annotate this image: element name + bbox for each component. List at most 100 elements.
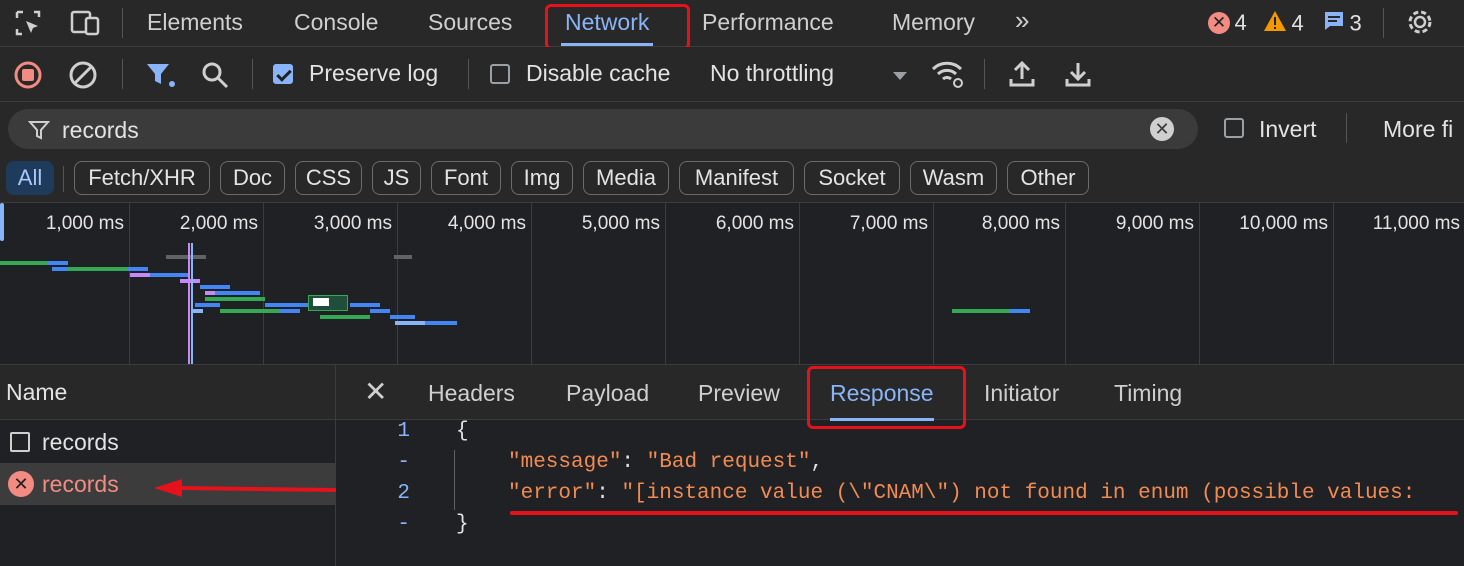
chip-media[interactable]: Media [583,161,669,195]
chip-manifest[interactable]: Manifest [679,161,794,195]
more-tabs-icon[interactable]: » [1015,5,1029,36]
error-count: 4 [1234,10,1247,35]
tab-preview[interactable]: Preview [698,380,780,407]
chip-fetch-xhr[interactable]: Fetch/XHR [74,161,210,195]
waterfall-bar [180,279,200,283]
tab-timing[interactable]: Timing [1114,380,1182,407]
tab-sources[interactable]: Sources [428,9,512,36]
chip-css[interactable]: CSS [295,161,362,195]
network-conditions-wifi-icon[interactable] [930,59,966,94]
tab-elements[interactable]: Elements [147,9,243,36]
divider [1383,8,1384,38]
disable-cache-label[interactable]: Disable cache [526,60,670,87]
request-row[interactable]: records [0,421,335,463]
waterfall-bar [68,267,128,271]
waterfall-bar [48,261,68,265]
export-har-download-icon[interactable] [1064,59,1092,94]
error-count-badge[interactable]: ✕ 4 [1208,10,1247,36]
chip-socket[interactable]: Socket [804,161,900,195]
response-body-viewer[interactable]: 1 { - "message": "Bad request", 2 "error… [336,420,1464,566]
chip-other[interactable]: Other [1007,161,1089,195]
divider [122,59,123,89]
code-line-error: "error": "[instance value (\"CNAM\") not… [508,482,1416,505]
waterfall-bar [265,303,310,307]
invert-label[interactable]: Invert [1259,116,1317,143]
error-icon: ✕ [1208,12,1230,34]
import-har-upload-icon[interactable] [1008,59,1036,94]
invert-checkbox[interactable] [1224,118,1244,138]
close-detail-icon[interactable]: ✕ [364,375,387,408]
request-error-icon: ✕ [8,471,34,497]
warning-count-badge[interactable]: 4 [1263,10,1304,37]
message-icon [1323,10,1345,37]
timeline-tick-label: 9,000 ms [1115,213,1194,234]
request-name: records [42,429,119,455]
clear-filter-icon[interactable]: ✕ [1150,117,1174,141]
timeline-gridline [1065,203,1066,364]
chip-img[interactable]: Img [511,161,573,195]
waterfall-bar [390,315,415,319]
waterfall-bar [350,303,380,307]
json-value: "[instance value (\"CNAM\") not found in… [621,482,1416,505]
record-stop-icon[interactable] [13,60,43,95]
chip-wasm[interactable]: Wasm [910,161,997,195]
more-filters-dropdown[interactable]: More fi [1383,116,1453,143]
network-overview-timeline[interactable]: 1,000 ms 2,000 ms 3,000 ms 4,000 ms 5,00… [0,203,1464,365]
divider [252,59,253,89]
filter-funnel-icon[interactable] [145,61,177,94]
chip-font[interactable]: Font [431,161,501,195]
timeline-gridline [129,203,130,364]
document-icon [10,432,30,452]
waterfall-bar [425,321,457,325]
chip-js[interactable]: JS [372,161,421,195]
message-count-badge[interactable]: 3 [1323,10,1362,37]
inspect-element-icon[interactable] [14,9,44,42]
clear-icon[interactable] [68,60,98,95]
filter-icon [27,119,51,146]
timeline-gridline [531,203,532,364]
json-key: "error" [508,482,597,505]
timeline-tick-label: 11,000 ms [1372,213,1460,234]
name-column-header[interactable]: Name [0,365,335,420]
tab-initiator[interactable]: Initiator [984,380,1059,407]
tab-headers[interactable]: Headers [428,380,515,407]
preserve-log-checkbox[interactable] [273,64,293,84]
filter-input[interactable]: records ✕ [8,109,1198,149]
json-key: "message" [508,451,622,474]
line-number: - [397,513,410,536]
timeline-tick-label: 7,000 ms [849,213,928,234]
preserve-log-label[interactable]: Preserve log [309,60,438,87]
throttling-select[interactable]: No throttling [710,60,834,87]
settings-gear-icon[interactable] [1405,7,1435,42]
waterfall-bar [395,321,425,325]
line-number: - [397,451,410,474]
disable-cache-checkbox[interactable] [490,64,510,84]
dom-content-loaded-marker [188,243,190,364]
waterfall-bar [394,255,412,259]
timeline-tick-label: 3,000 ms [313,213,392,234]
code-brace: { [456,420,469,443]
timeline-gridline [263,203,264,364]
tab-memory[interactable]: Memory [892,9,975,36]
waterfall-bar [320,315,370,319]
search-icon[interactable] [200,60,230,95]
chevron-down-icon[interactable] [891,69,909,87]
tab-console[interactable]: Console [294,9,378,36]
timeline-selection-handle[interactable] [0,203,4,241]
chip-all[interactable]: All [6,161,54,195]
waterfall-bar [200,285,230,289]
tab-performance[interactable]: Performance [702,9,834,36]
chip-doc[interactable]: Doc [220,161,285,195]
json-trail: , [810,451,824,474]
waterfall-bar [220,309,280,313]
waterfall-bar [215,291,260,295]
annotation-underline [510,511,1458,515]
json-value: "Bad request" [646,451,811,474]
warning-count: 4 [1291,10,1304,36]
line-number: 1 [397,420,410,443]
device-toolbar-icon[interactable] [70,9,102,42]
divider [468,59,469,89]
tab-payload[interactable]: Payload [566,380,649,407]
timeline-tick-label: 6,000 ms [715,213,794,234]
waterfall-bar [1010,309,1030,313]
